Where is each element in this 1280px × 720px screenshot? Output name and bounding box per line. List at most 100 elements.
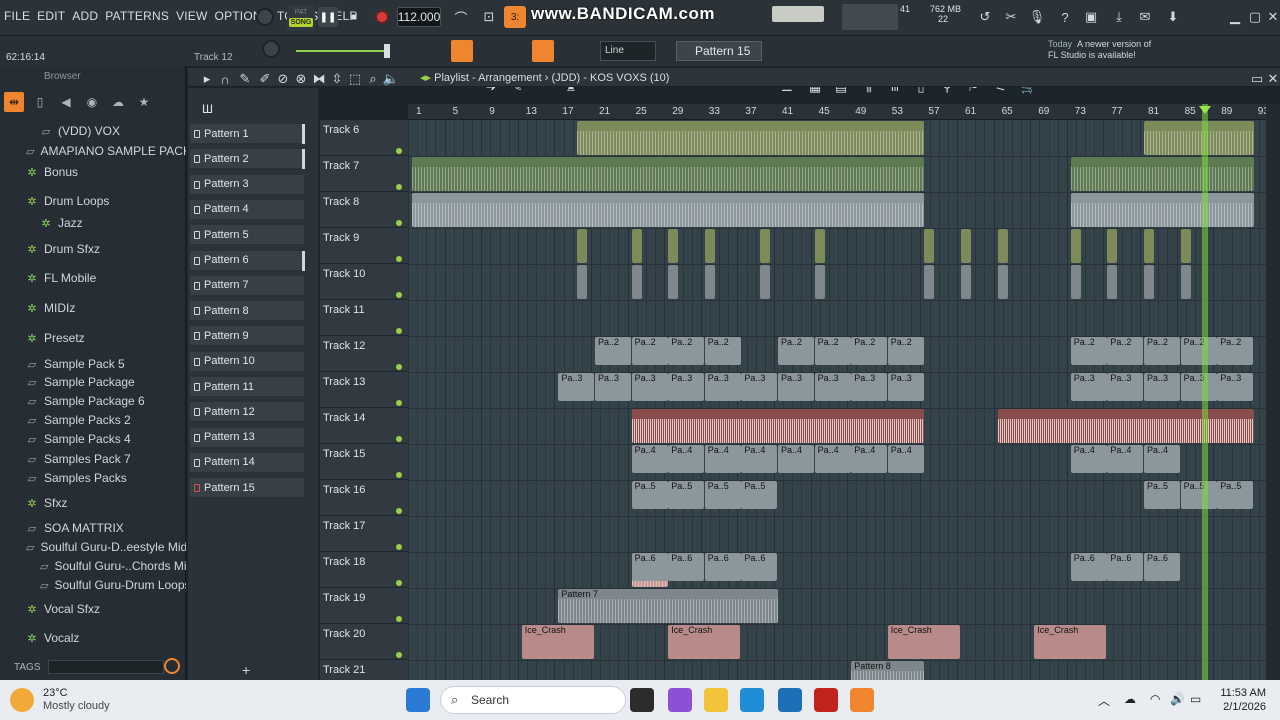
playlist-clip[interactable] <box>1070 265 1081 299</box>
playlist-clip[interactable] <box>961 229 971 263</box>
playlist-clip[interactable]: Pa..4 <box>668 445 705 473</box>
playlist-clip[interactable]: Pa..3 <box>668 373 705 401</box>
track-mute-led[interactable] <box>396 508 402 514</box>
playlist-clip[interactable]: Pa..2 <box>704 337 741 365</box>
track-header[interactable]: Track 10 <box>320 264 408 300</box>
playlist-clip[interactable] <box>704 265 715 299</box>
playlist-clip[interactable]: Pa..3 <box>887 373 924 401</box>
weather-temp[interactable]: 23°C <box>43 687 68 699</box>
playlist-clip[interactable]: Pa..2 <box>851 337 888 365</box>
search-icon[interactable] <box>164 658 180 674</box>
playlist-clip[interactable]: Pa..4 <box>887 445 924 473</box>
playlist-clip[interactable] <box>412 193 925 227</box>
playlist-clip[interactable]: Pa..3 <box>1144 373 1180 401</box>
playlist-clip[interactable]: Pattern 8 <box>851 661 925 680</box>
browser-item[interactable]: ✲ Vocal Sfxz <box>0 599 186 619</box>
master-volume-knob-icon[interactable] <box>254 6 276 28</box>
track-header[interactable]: Track 12 <box>320 336 408 372</box>
store-icon[interactable] <box>778 688 802 712</box>
playlist-clip[interactable]: Ice_Crash <box>1034 625 1107 659</box>
pattern-item[interactable]: Pattern 4 <box>190 199 304 220</box>
browser-item[interactable]: ▱ Sample Package 6 <box>0 391 186 411</box>
playlist-clip[interactable]: Pa..3 <box>631 373 668 401</box>
playlist-clip[interactable] <box>631 229 642 263</box>
playlist-clip[interactable] <box>576 229 587 263</box>
pattern-item[interactable]: Pattern 6 <box>190 250 305 271</box>
playlist-clip[interactable]: Pa..4 <box>1070 445 1107 473</box>
record-button[interactable] <box>372 7 392 27</box>
playlist-clip[interactable] <box>704 229 715 263</box>
track-mute-led[interactable] <box>396 436 402 442</box>
menu-view[interactable]: VIEW <box>176 9 207 23</box>
playlist-clip[interactable]: Ice_Crash <box>521 625 594 659</box>
menu-add[interactable]: ADD <box>72 9 98 23</box>
browser-tab-speaker-icon[interactable]: ◀ <box>56 92 76 112</box>
play-button[interactable]: ❚❚ <box>318 7 338 27</box>
playlist-clip[interactable] <box>997 265 1008 299</box>
browser-tab-star-icon[interactable]: ★ <box>134 92 154 112</box>
speaker-icon[interactable]: 🔈 <box>380 68 402 90</box>
pattern-item[interactable]: Pattern 12 <box>190 402 304 423</box>
cut-icon[interactable]: ✂ <box>1000 6 1022 28</box>
track-mute-led[interactable] <box>396 184 402 190</box>
edge-icon[interactable] <box>740 688 764 712</box>
track-header[interactable]: Track 9 <box>320 228 408 264</box>
playlist-clip[interactable] <box>1070 157 1254 191</box>
playlist-clip[interactable] <box>668 265 679 299</box>
draw-icon[interactable]: ✎ <box>234 68 256 90</box>
track-mute-led[interactable] <box>396 580 402 586</box>
playlist-clip[interactable]: Pattern 7 <box>558 589 778 623</box>
minimize-icon[interactable]: ▁ <box>1224 6 1246 28</box>
track-header[interactable]: Track 8 <box>320 192 408 228</box>
browser-tab-plugin-icon[interactable]: ◉ <box>82 92 102 112</box>
playlist-clip[interactable]: Pa..3 <box>1180 373 1217 401</box>
undo-icon[interactable]: ↺ <box>974 6 996 28</box>
track-header[interactable]: Track 14 <box>320 408 408 444</box>
playlist-clip[interactable]: Pa..6 <box>704 553 741 581</box>
browser-item[interactable]: ✲ Drum Sfxz <box>0 239 186 259</box>
playlist-clip[interactable] <box>1180 229 1191 263</box>
playlist-clip[interactable]: Pa..2 <box>595 337 631 365</box>
pattern-item[interactable]: Pattern 2 <box>190 149 305 170</box>
playlist-clip[interactable]: Pa..5 <box>668 481 705 509</box>
playlist-clip[interactable]: Pa..3 <box>1217 373 1254 401</box>
browser-item[interactable]: ✲ Presetz <box>0 328 186 348</box>
browser-item[interactable]: ✲ MIDIz <box>0 298 186 318</box>
pattern-item[interactable]: Pattern 3 <box>190 174 304 195</box>
stop-button[interactable]: ■ <box>344 7 364 27</box>
clock[interactable]: 11:53 AM <box>1212 687 1266 699</box>
playlist-clip[interactable]: Pa..4 <box>704 445 741 473</box>
pattern-item[interactable]: Pattern 5 <box>190 225 304 246</box>
playlist-clip[interactable] <box>1144 121 1254 155</box>
playlist-clip[interactable] <box>1144 265 1154 299</box>
close-icon[interactable]: ✕ <box>1262 6 1280 28</box>
picker-icon[interactable]: Ш <box>202 102 213 116</box>
playlist-grid[interactable]: Purity..l volumePattern 7Pattern 8Pa..2P… <box>408 120 1266 680</box>
pattern-item[interactable]: Pattern 1 <box>190 124 305 144</box>
playlist-clip[interactable]: Pa..6 <box>668 553 705 581</box>
playlist-clip[interactable]: Pa..6 <box>1107 553 1144 581</box>
playlist-clip[interactable] <box>924 229 935 263</box>
playlist-clip[interactable] <box>1070 193 1254 227</box>
playlist-clip[interactable] <box>631 409 925 443</box>
browser-item[interactable]: ▱ Sample Packs 4 <box>0 429 186 449</box>
playlist-clip[interactable]: Ice_Crash <box>668 625 741 659</box>
playlist-clip[interactable] <box>1107 229 1118 263</box>
menu-edit[interactable]: EDIT <box>37 9 65 23</box>
cloud-icon[interactable]: ☁ <box>1124 692 1136 706</box>
track-mute-led[interactable] <box>396 544 402 550</box>
tempo-display[interactable]: 112.000 <box>397 7 441 27</box>
metronome-icon[interactable]: ⌒ <box>450 6 472 28</box>
playlist-clip[interactable]: Pa..3 <box>1107 373 1144 401</box>
mic-icon[interactable]: 🎙 <box>1026 6 1048 28</box>
playlist-clip[interactable] <box>631 265 642 299</box>
playlist-clip[interactable]: Pa..3 <box>851 373 888 401</box>
browser-tab-all-icon[interactable]: ⇹ <box>4 92 24 112</box>
playlist-clip[interactable]: Pa..3 <box>558 373 595 401</box>
browser-item[interactable]: ▱ Soulful Guru-..Chords Midi <box>0 556 186 576</box>
playlist-clip[interactable] <box>759 229 770 263</box>
pat-song-toggle[interactable]: PAT SONG <box>287 5 315 31</box>
playlist-clip[interactable]: Pa..3 <box>814 373 851 401</box>
playlist-clip[interactable]: Pa..3 <box>778 373 814 401</box>
snap-selector[interactable]: Line <box>600 41 656 61</box>
